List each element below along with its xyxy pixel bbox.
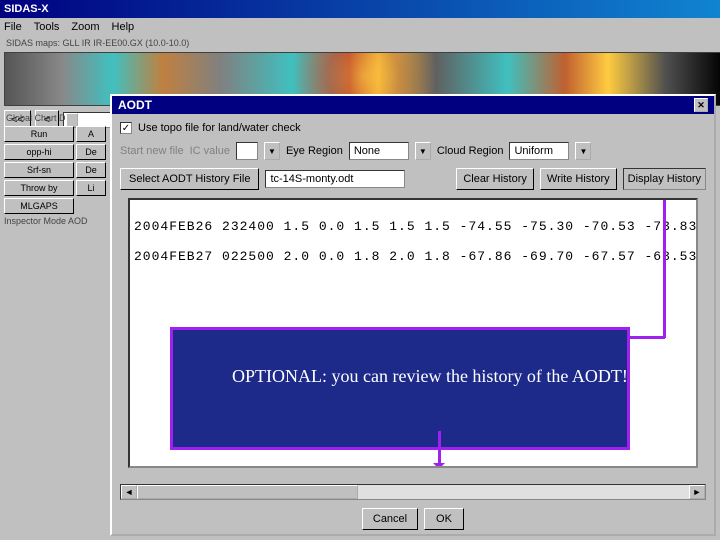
callout-text: OPTIONAL: you can review the history of … (232, 366, 698, 386)
menu-help[interactable]: Help (112, 21, 135, 33)
aodt-title-text: AODT (118, 98, 152, 112)
menu-bar: File Tools Zoom Help (0, 18, 720, 36)
write-history-button[interactable]: Write History (540, 168, 617, 190)
eye-dropdown-icon[interactable]: ▼ (415, 142, 431, 160)
side-btn-0[interactable]: Run (4, 126, 74, 142)
side2-btn-3[interactable]: Li (76, 180, 106, 196)
horizontal-scrollbar[interactable]: ◄ ► (120, 484, 706, 500)
eye-region-label: Eye Region (286, 145, 343, 157)
aodt-title-bar: AODT ✕ (112, 96, 714, 114)
eye-region-field[interactable]: None (349, 142, 409, 160)
start-new-file-button[interactable]: Start new file (120, 145, 184, 157)
scroll-track[interactable] (137, 485, 689, 499)
menu-tools[interactable]: Tools (34, 21, 60, 33)
main-window: SIDAS-X File Tools Zoom Help SIDAS maps:… (0, 0, 720, 540)
side2-btn-0[interactable]: A (76, 126, 106, 142)
side-btn-1[interactable]: opp-hi (4, 144, 74, 160)
window-title: SIDAS-X (4, 3, 49, 15)
arrow-down-icon (438, 431, 441, 467)
select-history-file-button[interactable]: Select AODT History File (120, 168, 259, 190)
scroll-thumb[interactable] (137, 485, 358, 499)
status-text: SIDAS maps: GLL IR IR-EE00.GX (10.0-10.0… (6, 38, 189, 48)
ic-value-label: IC value (190, 145, 230, 157)
side-btn-2[interactable]: Srf-sn (4, 162, 74, 178)
history-text-area[interactable]: 2004FEB26 232400 1.5 0.0 1.5 1.5 1.5 -74… (128, 198, 698, 468)
dialog-button-row: Cancel OK (112, 508, 714, 530)
cancel-button[interactable]: Cancel (362, 508, 418, 530)
aodt-dialog: AODT ✕ ✓ Use topo file for land/water ch… (110, 94, 716, 536)
cloud-region-field[interactable]: Uniform (509, 142, 569, 160)
ic-dropdown-icon[interactable]: ▼ (264, 142, 280, 160)
aodt-body: ✓ Use topo file for land/water check Sta… (112, 114, 714, 480)
ic-value-field[interactable] (236, 142, 258, 160)
history-file-field[interactable]: tc-14S-monty.odt (265, 170, 405, 188)
sidebar-group-label: Global Chart D (6, 113, 66, 123)
clear-history-button[interactable]: Clear History (456, 168, 534, 190)
cloud-region-label: Cloud Region (437, 145, 504, 157)
topo-checkbox[interactable]: ✓ (120, 122, 132, 134)
scroll-left-icon[interactable]: ◄ (121, 485, 137, 499)
topo-label: Use topo file for land/water check (138, 122, 301, 134)
history-row: 2004FEB27 022500 2.0 0.0 1.8 2.0 1.8 -67… (134, 249, 692, 264)
slider-thumb[interactable] (66, 113, 78, 127)
history-row: 2004FEB26 232400 1.5 0.0 1.5 1.5 1.5 -74… (134, 219, 692, 234)
side-btn-4[interactable]: MLGAPS (4, 198, 74, 214)
scroll-right-icon[interactable]: ► (689, 485, 705, 499)
window-title-bar: SIDAS-X (0, 0, 720, 18)
sidebar-col1: Run opp-hi Srf-sn Throw by MLGAPS (4, 126, 74, 214)
sidebar-col2: A De De Li (76, 126, 106, 196)
inspector-status: Inspector Mode AOD (4, 216, 88, 226)
cloud-dropdown-icon[interactable]: ▼ (575, 142, 591, 160)
side2-btn-1[interactable]: De (76, 144, 106, 160)
arrow-connector (628, 336, 665, 339)
menu-zoom[interactable]: Zoom (71, 21, 99, 33)
arrow-up-icon (663, 198, 666, 338)
side-btn-3[interactable]: Throw by (4, 180, 74, 196)
menu-file[interactable]: File (4, 21, 22, 33)
side2-btn-2[interactable]: De (76, 162, 106, 178)
close-icon[interactable]: ✕ (694, 98, 708, 112)
display-history-button[interactable]: Display History (623, 168, 706, 190)
tutorial-callout: OPTIONAL: you can review the history of … (170, 327, 630, 450)
ok-button[interactable]: OK (424, 508, 464, 530)
